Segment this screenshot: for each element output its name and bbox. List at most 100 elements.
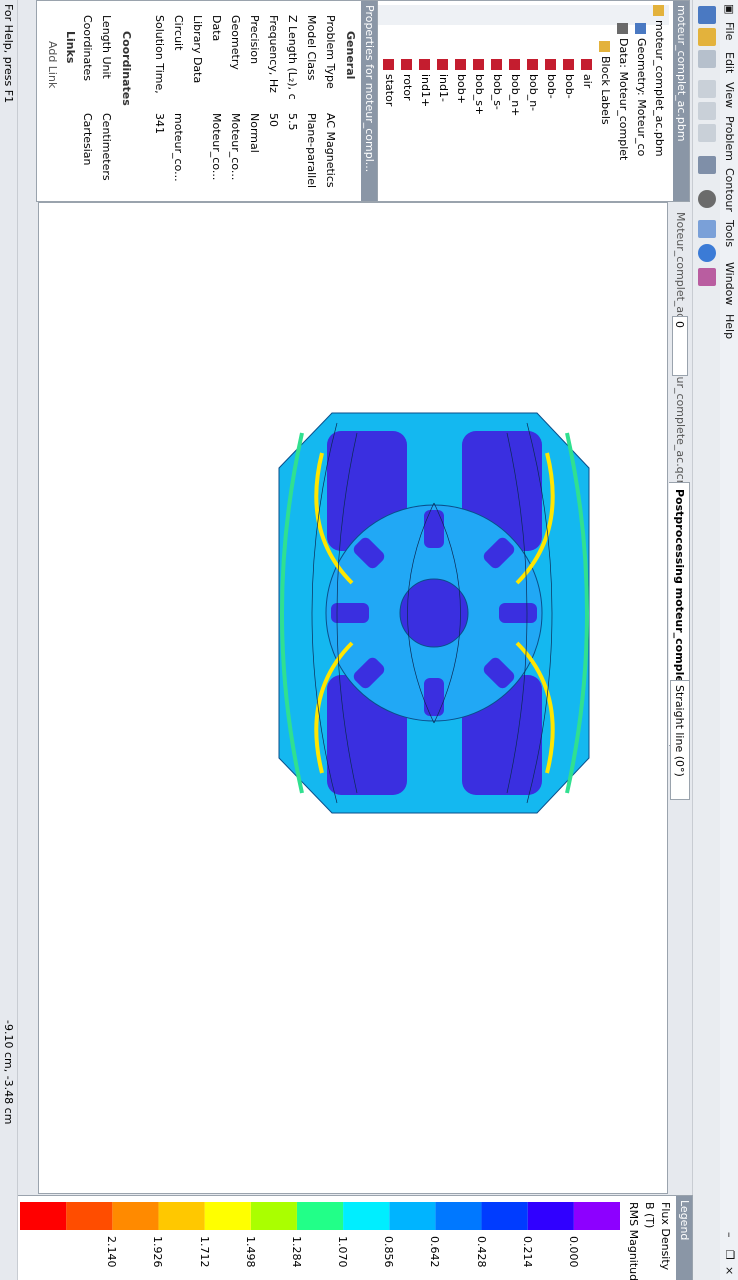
property-name: Z Length (L₂), c	[286, 15, 299, 100]
legend-tick-label: 1.070	[336, 1236, 350, 1268]
property-value: Moteur_co...	[229, 113, 242, 181]
menu-bar: ▣ File Edit View Problem Contour Tools W…	[719, 0, 738, 1280]
menu-view[interactable]: View	[721, 82, 737, 108]
save-icon[interactable]	[698, 50, 716, 68]
legend-color-swatch	[389, 1202, 436, 1230]
restore-icon[interactable]: ❐	[721, 1250, 737, 1260]
legend-color-swatch	[112, 1202, 159, 1230]
legend-color-swatch	[204, 1202, 251, 1230]
block-label-icon	[509, 59, 521, 70]
legend-color-swatch	[296, 1202, 344, 1230]
properties-panel: Properties for moteur_compl... General P…	[36, 0, 378, 202]
solve-icon[interactable]	[698, 244, 716, 262]
block-label-icon	[455, 59, 467, 70]
property-name: Solution Time,	[153, 15, 166, 94]
section-coordinates[interactable]: Coordinates	[120, 31, 133, 106]
legend-tick-label: 2.140	[105, 1236, 119, 1268]
legend-color-swatch	[250, 1202, 297, 1230]
problem-tree-title: moteur_complet_ac.pbm	[673, 1, 689, 201]
block-label-icon	[581, 59, 593, 70]
print-icon[interactable]	[698, 156, 716, 174]
legend-title: Legend	[676, 1196, 692, 1280]
legend-color-swatch	[481, 1202, 528, 1230]
property-name: Problem Type	[324, 15, 337, 89]
close-icon[interactable]: ×	[721, 1266, 737, 1275]
properties-title: Properties for moteur_compl...	[361, 1, 377, 201]
tree-item[interactable]: ind1+	[417, 59, 433, 107]
property-value: Moteur_co...	[210, 113, 223, 181]
shaft	[399, 578, 469, 648]
minimize-icon[interactable]: –	[721, 1232, 737, 1238]
value-field[interactable]: 0	[672, 316, 688, 376]
status-coordinates: -9.10 cm, -3.48 cm	[2, 1020, 15, 1125]
add-link[interactable]: Add Link	[46, 41, 59, 88]
property-name: Coordinates	[81, 15, 94, 82]
block-label-icon	[491, 59, 503, 70]
property-name: Circuit	[172, 15, 185, 51]
legend-color-swatch	[573, 1202, 620, 1230]
tree-item[interactable]: air	[579, 59, 595, 88]
legend-tick-label: 0.214	[520, 1236, 534, 1268]
geometry-icon	[635, 23, 647, 34]
block-label-icon	[401, 59, 413, 70]
tree-item[interactable]: bob-	[543, 59, 559, 99]
section-general[interactable]: General	[344, 31, 357, 79]
menu-contour[interactable]: Contour	[721, 168, 737, 212]
legend-color-swatch	[66, 1202, 113, 1230]
legend-tick-label: 1.712	[197, 1236, 211, 1268]
legend-quantity: Flux Density	[659, 1202, 672, 1271]
tree-block-labels[interactable]: Block Labels	[597, 41, 613, 125]
block-label-icon	[437, 59, 449, 70]
tree-root[interactable]: moteur_complet_ac.pbm	[651, 5, 667, 157]
tree-item[interactable]: bob_n-	[525, 59, 541, 111]
copy-icon[interactable]	[698, 102, 716, 120]
analyze-icon[interactable]	[698, 268, 716, 286]
tree-data[interactable]: Data: Moteur_complet	[615, 23, 631, 160]
flux-density-plot[interactable]	[39, 203, 667, 1193]
tree-item[interactable]: bob_s-	[489, 59, 505, 110]
line-tool-select[interactable]: Straight line (0°)	[670, 680, 690, 800]
menu-edit[interactable]: Edit	[721, 52, 737, 73]
menu-file[interactable]: File	[721, 22, 737, 40]
property-value: moteur_co...	[172, 113, 185, 182]
mesh-icon[interactable]	[698, 220, 716, 238]
block-label-icon	[419, 59, 431, 70]
paste-icon[interactable]	[698, 124, 716, 142]
legend-color-swatch	[435, 1202, 482, 1230]
property-value: Cartesian	[81, 113, 94, 166]
legend-tick-label: 0.000	[566, 1236, 580, 1268]
folder-icon	[599, 41, 611, 52]
tree-item[interactable]: bob_n+	[507, 59, 523, 116]
property-name: Precision	[248, 15, 261, 65]
app-icon[interactable]: ▣	[721, 4, 737, 14]
tree-item[interactable]: bob+	[453, 59, 469, 104]
folder-icon	[653, 5, 665, 16]
field-view-canvas[interactable]	[38, 202, 668, 1194]
legend-color-swatch	[527, 1202, 574, 1230]
tree-item[interactable]: stator	[381, 59, 397, 106]
block-label-icon	[563, 59, 575, 70]
tree-item[interactable]: ind1-	[435, 59, 451, 102]
tree-item[interactable]: bob_s+	[471, 59, 487, 115]
main-toolbar	[692, 0, 720, 1280]
menu-problem[interactable]: Problem	[721, 116, 737, 161]
menu-tools[interactable]: Tools	[721, 220, 737, 247]
section-links[interactable]: Links	[64, 31, 77, 63]
cut-icon[interactable]	[698, 80, 716, 98]
tree-item[interactable]: bob-	[561, 59, 577, 99]
block-label-icon	[545, 59, 557, 70]
menu-help[interactable]: Help	[721, 314, 737, 339]
gear-icon[interactable]	[698, 190, 716, 208]
legend-unit: B (T)	[643, 1202, 656, 1229]
tree-item[interactable]: rotor	[399, 59, 415, 101]
tree-toolbar	[369, 5, 669, 25]
property-name: Frequency, Hz	[267, 15, 280, 93]
property-value: 50	[267, 113, 280, 127]
open-folder-icon[interactable]	[698, 28, 716, 46]
legend-colorbar	[20, 1202, 620, 1230]
legend-tick-label: 0.642	[428, 1236, 442, 1268]
legend-tick-label: 0.428	[474, 1236, 488, 1268]
tree-geometry[interactable]: Geometry: Moteur_co	[633, 23, 649, 156]
menu-window[interactable]: Window	[721, 262, 737, 305]
new-file-icon[interactable]	[698, 6, 716, 24]
